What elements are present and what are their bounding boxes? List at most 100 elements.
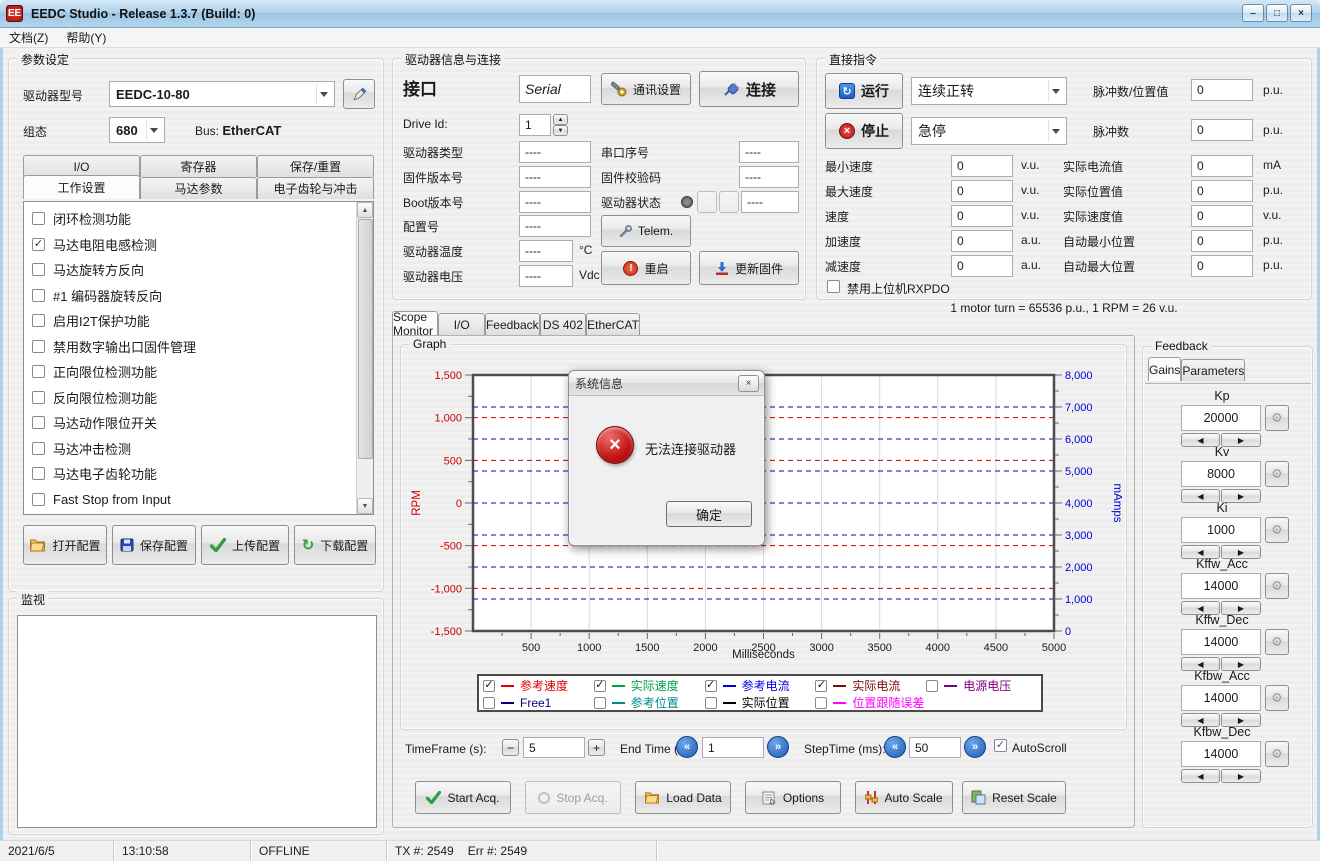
steptime-back-button[interactable]: « (884, 736, 906, 758)
rxpdo-checkbox[interactable] (827, 280, 840, 293)
option-checkbox[interactable] (32, 314, 45, 327)
gain-input-kffw_acc[interactable]: 14000 (1181, 573, 1261, 599)
drive-id-down-button[interactable]: ▼ (553, 125, 568, 136)
timeframe-minus-button[interactable]: − (502, 739, 519, 756)
stop-button[interactable]: × 停止 (825, 113, 903, 149)
option-checkbox[interactable] (32, 391, 45, 404)
status-button-2[interactable] (719, 191, 739, 213)
config-combo[interactable]: 680 (109, 117, 165, 143)
steptime-input[interactable]: 50 (909, 737, 961, 758)
scope-tab-ds-402[interactable]: DS 402 (540, 313, 586, 335)
upload-config-button[interactable]: 上传配置 (201, 525, 289, 565)
minimize-button[interactable]: – (1242, 4, 1264, 22)
gain-settings-button[interactable]: ⚙ (1265, 405, 1289, 431)
feedback-tab-parameters[interactable]: Parameters (1181, 359, 1245, 381)
option-checkbox[interactable] (32, 238, 45, 251)
cmd-param-input[interactable]: 0 (951, 155, 1013, 177)
option-checkbox[interactable] (32, 467, 45, 480)
gain-increase-button[interactable]: ▶ (1221, 769, 1261, 783)
stop-mode-combo[interactable]: 急停 (911, 117, 1067, 145)
close-button[interactable]: × (1290, 4, 1312, 22)
scope-tab-i-o[interactable]: I/O (438, 313, 484, 335)
gain-settings-button[interactable]: ⚙ (1265, 685, 1289, 711)
drive-id-input[interactable]: 1 (519, 114, 551, 136)
gain-settings-button[interactable]: ⚙ (1265, 741, 1289, 767)
option-checkbox[interactable] (32, 340, 45, 353)
gain-settings-button[interactable]: ⚙ (1265, 461, 1289, 487)
reset-scale-button[interactable]: Reset Scale (962, 781, 1066, 814)
cmd-param-input[interactable]: 0 (951, 180, 1013, 202)
options-button[interactable]: Options (745, 781, 841, 814)
interface-input[interactable]: Serial (519, 75, 591, 103)
drive-model-combo[interactable]: EEDC-10-80 (109, 81, 335, 107)
params-tab-[interactable]: 马达参数 (140, 177, 257, 199)
scroll-up-button[interactable]: ▲ (357, 202, 373, 218)
legend-checkbox[interactable] (815, 697, 827, 709)
legend-checkbox[interactable] (926, 680, 938, 692)
option-checkbox[interactable] (32, 416, 45, 429)
scope-tab-feedback[interactable]: Feedback (485, 313, 540, 335)
restart-button[interactable]: ! 重启 (601, 251, 691, 285)
gain-input-kffw_dec[interactable]: 14000 (1181, 629, 1261, 655)
endtime-prev-button[interactable]: « (676, 736, 698, 758)
legend-checkbox[interactable] (815, 680, 827, 692)
stop-acq-button[interactable]: Stop Acq. (525, 781, 621, 814)
option-checkbox[interactable] (32, 365, 45, 378)
endtime-next-button[interactable]: » (767, 736, 789, 758)
run-button[interactable]: ↻ 运行 (825, 73, 903, 109)
connect-button[interactable]: 连接 (699, 71, 799, 107)
scope-tab-scope-monitor[interactable]: Scope Monitor (392, 311, 438, 335)
timeframe-input[interactable]: 5 (523, 737, 585, 758)
gain-settings-button[interactable]: ⚙ (1265, 573, 1289, 599)
steptime-forward-button[interactable]: » (964, 736, 986, 758)
download-config-button[interactable]: ↻ 下载配置 (294, 525, 376, 565)
gain-input-kfbw_acc[interactable]: 14000 (1181, 685, 1261, 711)
run-mode-combo[interactable]: 连续正转 (911, 77, 1067, 105)
cmd-param-input[interactable]: 0 (951, 205, 1013, 227)
gain-settings-button[interactable]: ⚙ (1265, 629, 1289, 655)
load-data-button[interactable]: Load Data (635, 781, 731, 814)
gain-input-kfbw_dec[interactable]: 14000 (1181, 741, 1261, 767)
option-checkbox[interactable] (32, 442, 45, 455)
dialog-ok-button[interactable]: 确定 (666, 501, 752, 527)
endtime-input[interactable]: 1 (702, 737, 764, 758)
gain-input-kv[interactable]: 8000 (1181, 461, 1261, 487)
option-checkbox[interactable] (32, 289, 45, 302)
save-config-button[interactable]: 保存配置 (112, 525, 196, 565)
start-acq-button[interactable]: Start Acq. (415, 781, 511, 814)
gain-input-kp[interactable]: 20000 (1181, 405, 1261, 431)
menu-help[interactable]: 帮助(Y) (57, 27, 115, 48)
comm-settings-button[interactable]: 通讯设置 (601, 73, 691, 105)
scroll-down-button[interactable]: ▼ (357, 498, 373, 514)
params-tab-i-o[interactable]: I/O (23, 155, 140, 177)
status-button-1[interactable] (697, 191, 717, 213)
pulse-pos-input[interactable]: 0 (1191, 79, 1253, 101)
option-checkbox[interactable] (32, 493, 45, 506)
params-tab-[interactable]: 工作设置 (23, 175, 140, 199)
gain-decrease-button[interactable]: ◀ (1181, 769, 1220, 783)
pulse-input[interactable]: 0 (1191, 119, 1253, 141)
params-tab-[interactable]: 电子齿轮与冲击 (257, 177, 374, 199)
menu-file[interactable]: 文档(Z) (0, 27, 57, 48)
params-tab-[interactable]: 保存/重置 (257, 155, 374, 177)
legend-checkbox[interactable] (483, 697, 495, 709)
option-checkbox[interactable] (32, 263, 45, 276)
option-list-scrollbar[interactable]: ▲ ▼ (356, 202, 373, 514)
legend-checkbox[interactable] (705, 697, 717, 709)
cmd-param-input[interactable]: 0 (951, 255, 1013, 277)
legend-checkbox[interactable] (594, 697, 606, 709)
legend-checkbox[interactable] (483, 680, 495, 692)
drive-id-up-button[interactable]: ▲ (553, 114, 568, 125)
maximize-button[interactable]: □ (1266, 4, 1288, 22)
telemetry-button[interactable]: Telem. (601, 215, 691, 247)
option-checkbox[interactable] (32, 212, 45, 225)
legend-checkbox[interactable] (594, 680, 606, 692)
scrollbar-thumb[interactable] (358, 219, 373, 459)
gain-input-ki[interactable]: 1000 (1181, 517, 1261, 543)
autoscroll-checkbox[interactable] (994, 739, 1007, 752)
params-tab-[interactable]: 寄存器 (140, 155, 257, 177)
timeframe-plus-button[interactable]: + (588, 739, 605, 756)
feedback-tab-gains[interactable]: Gains (1148, 357, 1181, 381)
dialog-close-button[interactable]: × (738, 375, 759, 392)
legend-checkbox[interactable] (705, 680, 717, 692)
